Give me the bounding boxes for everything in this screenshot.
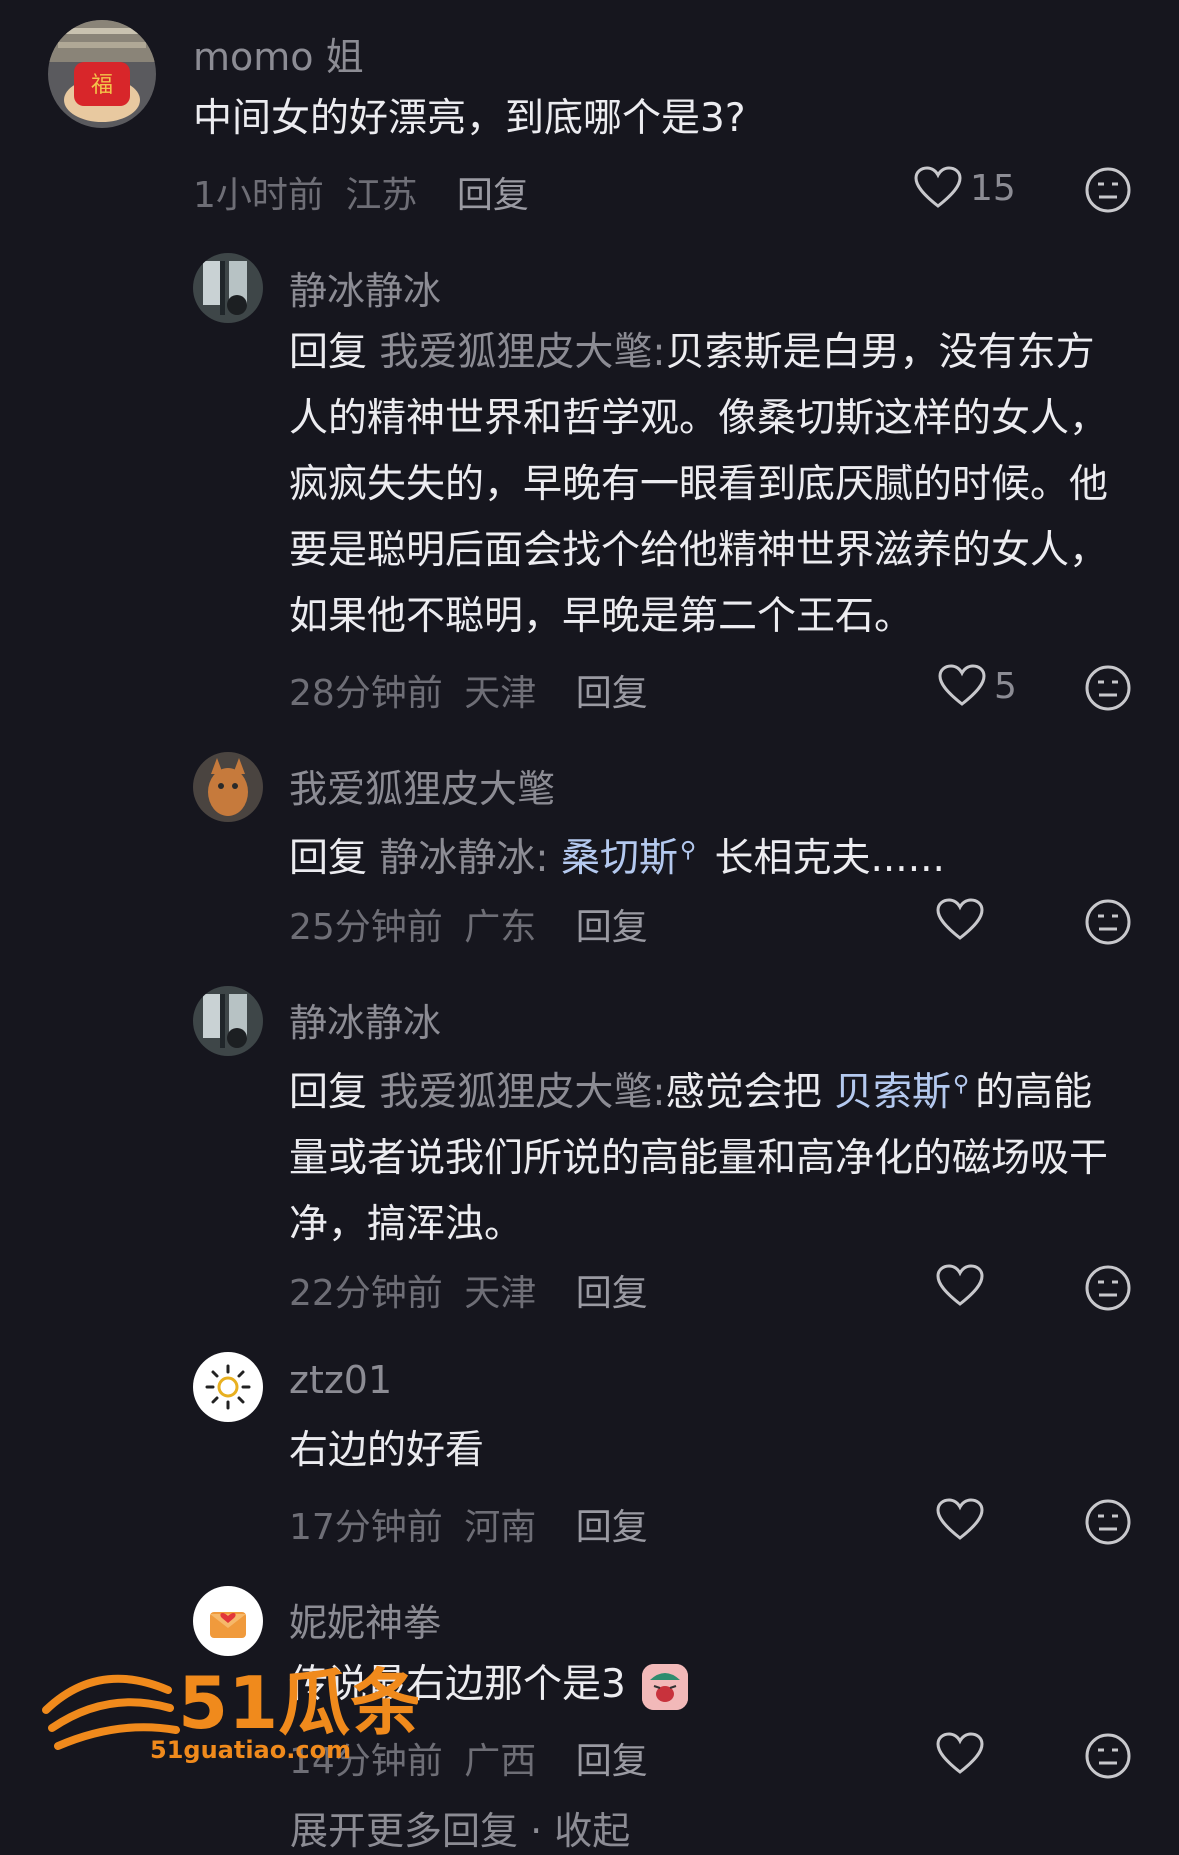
- avatar[interactable]: [193, 986, 263, 1056]
- comment-meta: 28分钟前 天津 回复: [289, 664, 648, 716]
- search-link[interactable]: 贝索斯: [834, 1070, 951, 1115]
- like-button[interactable]: 5: [938, 664, 1017, 708]
- comment-time: 22分钟前: [289, 1273, 443, 1314]
- dislike-icon[interactable]: [1084, 1732, 1132, 1780]
- dislike-icon[interactable]: [1084, 1264, 1132, 1312]
- avatar[interactable]: [193, 253, 263, 323]
- like-button[interactable]: [936, 1264, 992, 1308]
- heart-icon: [936, 1498, 984, 1540]
- reply-button[interactable]: 回复: [576, 907, 648, 948]
- like-count: 15: [970, 167, 1016, 209]
- reply-body-start: 感觉会把: [665, 1070, 822, 1115]
- search-icon[interactable]: ⚲: [680, 838, 696, 863]
- reply-button[interactable]: 回复: [457, 175, 529, 216]
- dislike-icon[interactable]: [1084, 664, 1132, 712]
- comment-author[interactable]: ztz01: [289, 1358, 392, 1402]
- watermark-url: 51guatiao.com: [150, 1736, 351, 1764]
- watermark-logo: 51瓜条 51guatiao.com: [38, 1650, 422, 1770]
- reply-target[interactable]: 静冰静冰:: [379, 836, 548, 881]
- reply-body: 贝索斯是白男，没有东方人的精神世界和哲学观。像桑切斯这样的女人，疯疯失失的，早晚…: [289, 330, 1109, 639]
- comment-location: 广东: [464, 907, 537, 948]
- reply-prefix: 回复: [289, 836, 368, 881]
- like-button[interactable]: 15: [914, 166, 1016, 210]
- comment-time: 25分钟前: [289, 907, 443, 948]
- comment-location: 河南: [464, 1507, 537, 1548]
- reply-prefix: 回复: [289, 330, 368, 375]
- like-button[interactable]: [936, 1732, 992, 1776]
- comment-meta: 25分钟前 广东 回复: [289, 898, 648, 950]
- comment-author[interactable]: 静冰静冰: [289, 992, 441, 1047]
- comment-text: 中间女的好漂亮，到底哪个是3?: [193, 96, 746, 141]
- heart-icon: [936, 898, 984, 940]
- comment-author[interactable]: momo 姐: [193, 26, 364, 81]
- watermark-text: 51瓜条: [178, 1661, 418, 1745]
- comment-text: 回复 静冰静冰: 桑切斯⚲ 长相克夫......: [289, 818, 1124, 892]
- reply-button[interactable]: 回复: [576, 673, 648, 714]
- heart-icon: [938, 664, 986, 706]
- reply-button[interactable]: 回复: [576, 1507, 648, 1548]
- search-link[interactable]: 桑切斯: [561, 836, 678, 881]
- comment-text: 回复 我爱狐狸皮大氅:贝索斯是白男，没有东方人的精神世界和哲学观。像桑切斯这样的…: [289, 320, 1124, 650]
- comment-author[interactable]: 我爱狐狸皮大氅: [289, 758, 555, 813]
- dislike-icon[interactable]: [1084, 898, 1132, 946]
- search-icon[interactable]: ⚲: [953, 1072, 969, 1097]
- comment-location: 江苏: [345, 175, 418, 216]
- heart-icon: [914, 166, 962, 208]
- avatar[interactable]: [193, 1586, 263, 1656]
- avatar[interactable]: 福: [48, 20, 156, 128]
- comment-meta: 17分钟前 河南 回复: [289, 1498, 648, 1550]
- comment-meta: 1小时前 江苏 回复: [193, 166, 529, 218]
- reply-prefix: 回复: [289, 1070, 368, 1115]
- reply-target[interactable]: 我爱狐狸皮大氅:: [379, 330, 665, 375]
- reply-button[interactable]: 回复: [576, 1741, 648, 1782]
- crying-emoji-icon: [642, 1663, 689, 1710]
- heart-icon: [936, 1264, 984, 1306]
- comment-text: 回复 我爱狐狸皮大氅:感觉会把 贝索斯⚲ 的高能量或者说我们所说的高能量和高净化的…: [289, 1052, 1124, 1258]
- avatar[interactable]: [193, 752, 263, 822]
- like-count: 5: [994, 665, 1017, 707]
- like-button[interactable]: [936, 1498, 992, 1542]
- like-button[interactable]: [936, 898, 992, 942]
- dislike-icon[interactable]: [1084, 1498, 1132, 1546]
- avatar[interactable]: [193, 1352, 263, 1422]
- heart-icon: [936, 1732, 984, 1774]
- comment-text: 右边的好看: [289, 1428, 485, 1473]
- comment-location: 广西: [464, 1741, 537, 1782]
- comment-location: 天津: [464, 1273, 537, 1314]
- svg-text:福: 福: [91, 73, 113, 98]
- reply-target[interactable]: 我爱狐狸皮大氅:: [379, 1070, 665, 1115]
- reply-body: 长相克夫......: [714, 836, 945, 881]
- comment-meta: 22分钟前 天津 回复: [289, 1264, 648, 1316]
- comment-time: 17分钟前: [289, 1507, 443, 1548]
- comment-time: 1小时前: [193, 175, 324, 216]
- reply-button[interactable]: 回复: [576, 1273, 648, 1314]
- comment-location: 天津: [464, 673, 537, 714]
- comment-time: 28分钟前: [289, 673, 443, 714]
- dislike-icon[interactable]: [1084, 166, 1132, 214]
- comment-author[interactable]: 静冰静冰: [289, 260, 441, 315]
- comment-author[interactable]: 妮妮神拳: [289, 1592, 441, 1647]
